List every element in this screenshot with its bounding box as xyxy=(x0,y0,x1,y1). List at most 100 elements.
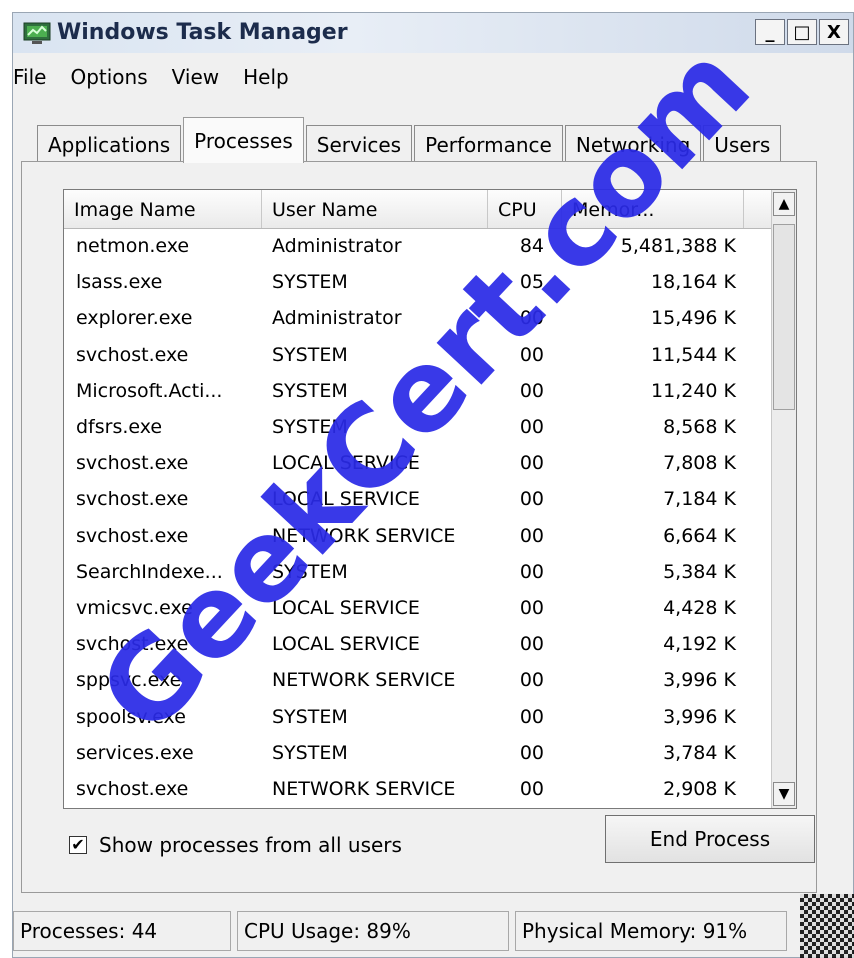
show-all-checkbox[interactable]: ✔ xyxy=(69,836,87,854)
cell-memory: 11,240 K xyxy=(651,379,736,402)
table-row[interactable]: sppsvc.exe NETWORK SERVICE 00 3,996 K xyxy=(64,662,774,698)
cell-cpu: 00 xyxy=(519,669,544,692)
scroll-down-icon[interactable]: ▼ xyxy=(773,782,795,806)
cell-image-name: svchost.exe xyxy=(76,452,189,475)
table-row[interactable]: svchost.exe LOCAL SERVICE 00 7,808 K xyxy=(64,445,774,481)
task-manager-icon xyxy=(23,22,51,44)
cell-image-name: SearchIndexe... xyxy=(76,560,223,583)
tab-services[interactable]: Services xyxy=(305,125,413,163)
cell-user-name: Administrator xyxy=(272,307,402,330)
title-bar[interactable]: Windows Task Manager _ □ X xyxy=(13,13,853,53)
cell-user-name: LOCAL SERVICE xyxy=(272,596,420,619)
show-all-processes[interactable]: ✔ Show processes from all users xyxy=(69,833,402,857)
table-row[interactable]: svchost.exe NETWORK SERVICE 00 2,908 K xyxy=(64,771,774,807)
table-row[interactable]: Microsoft.Acti... SYSTEM 00 11,240 K xyxy=(64,373,774,409)
list-body: netmon.exe Administrator 84 5,481,388 K lsas… xyxy=(64,228,774,807)
task-manager-window: Windows Task Manager _ □ X File Options … xyxy=(12,12,854,958)
column-spacer xyxy=(744,190,774,228)
table-row[interactable]: netmon.exe Administrator 84 5,481,388 K xyxy=(64,228,774,264)
cell-memory: 8,568 K xyxy=(663,416,736,439)
cell-user-name: LOCAL SERVICE xyxy=(272,452,420,475)
cell-user-name: LOCAL SERVICE xyxy=(272,488,420,511)
window-title: Windows Task Manager xyxy=(57,20,348,45)
status-cpu-usage: CPU Usage: 89% xyxy=(237,911,509,951)
scroll-thumb[interactable] xyxy=(773,224,795,410)
cell-cpu: 00 xyxy=(519,705,544,728)
table-row[interactable]: svchost.exe SYSTEM 00 11,544 K xyxy=(64,337,774,373)
table-row[interactable]: spoolsv.exe SYSTEM 00 3,996 K xyxy=(64,698,774,734)
cell-memory: 3,784 K xyxy=(663,741,736,764)
end-process-button[interactable]: End Process xyxy=(605,815,815,863)
cell-cpu: 00 xyxy=(519,560,544,583)
list-header: Image Name User Name CPU Memor... xyxy=(64,190,774,229)
minimize-button[interactable]: _ xyxy=(755,19,785,45)
cell-user-name: SYSTEM xyxy=(272,271,348,294)
tab-applications[interactable]: Applications xyxy=(37,125,182,163)
cell-cpu: 00 xyxy=(519,777,544,800)
cell-memory: 6,664 K xyxy=(663,524,736,547)
cell-cpu: 00 xyxy=(519,343,544,366)
cell-image-name: svchost.exe xyxy=(76,488,189,511)
cell-cpu: 00 xyxy=(519,488,544,511)
table-row[interactable]: SearchIndexe... SYSTEM 00 5,384 K xyxy=(64,554,774,590)
table-row[interactable]: vmicsvc.exe LOCAL SERVICE 00 4,428 K xyxy=(64,590,774,626)
table-row[interactable]: lsass.exe SYSTEM 05 18,164 K xyxy=(64,264,774,300)
cell-image-name: sppsvc.exe xyxy=(76,669,182,692)
tab-performance[interactable]: Performance xyxy=(414,125,563,163)
cell-memory: 15,496 K xyxy=(651,307,736,330)
menu-file[interactable]: File xyxy=(13,63,57,95)
menu-options[interactable]: Options xyxy=(57,63,158,95)
cell-memory: 2,908 K xyxy=(663,777,736,800)
status-bar: Processes: 44 CPU Usage: 89% Physical Me… xyxy=(13,911,853,957)
maximize-button[interactable]: □ xyxy=(787,19,817,45)
status-processes: Processes: 44 xyxy=(13,911,231,951)
show-all-label: Show processes from all users xyxy=(99,833,402,857)
column-cpu[interactable]: CPU xyxy=(488,190,562,228)
table-row[interactable]: svchost.exe LOCAL SERVICE 00 7,184 K xyxy=(64,481,774,517)
menu-help[interactable]: Help xyxy=(230,63,300,95)
tab-networking[interactable]: Networking xyxy=(564,125,702,163)
cell-cpu: 00 xyxy=(519,452,544,475)
cell-cpu: 00 xyxy=(519,633,544,656)
table-row[interactable]: svchost.exe LOCAL SERVICE 00 4,192 K xyxy=(64,626,774,662)
table-row[interactable]: svchost.exe NETWORK SERVICE 00 6,664 K xyxy=(64,518,774,554)
status-physical-memory: Physical Memory: 91% xyxy=(515,911,787,951)
cell-cpu: 05 xyxy=(519,271,544,294)
cell-memory: 5,384 K xyxy=(663,560,736,583)
cell-user-name: SYSTEM xyxy=(272,741,348,764)
cell-user-name: NETWORK SERVICE xyxy=(272,524,456,547)
menu-view[interactable]: View xyxy=(159,63,230,95)
tab-processes[interactable]: Processes xyxy=(183,117,304,163)
cell-cpu: 84 xyxy=(519,235,544,258)
cell-user-name: SYSTEM xyxy=(272,343,348,366)
cell-user-name: SYSTEM xyxy=(272,560,348,583)
cell-image-name: vmicsvc.exe xyxy=(76,596,193,619)
cell-memory: 7,184 K xyxy=(663,488,736,511)
table-row[interactable]: explorer.exe Administrator 00 15,496 K xyxy=(64,300,774,336)
cell-user-name: NETWORK SERVICE xyxy=(272,777,456,800)
cell-user-name: SYSTEM xyxy=(272,416,348,439)
cell-image-name: svchost.exe xyxy=(76,524,189,547)
cell-cpu: 00 xyxy=(519,307,544,330)
table-row[interactable]: services.exe SYSTEM 00 3,784 K xyxy=(64,735,774,771)
cell-cpu: 00 xyxy=(519,524,544,547)
table-row[interactable]: dfsrs.exe SYSTEM 00 8,568 K xyxy=(64,409,774,445)
process-list[interactable]: Image Name User Name CPU Memor... netmon… xyxy=(63,189,797,809)
close-button[interactable]: X xyxy=(819,19,849,45)
vertical-scrollbar[interactable]: ▲ ▼ xyxy=(771,190,796,808)
cell-user-name: Administrator xyxy=(272,235,402,258)
tab-users[interactable]: Users xyxy=(703,125,782,163)
cell-image-name: svchost.exe xyxy=(76,633,189,656)
cell-memory: 3,996 K xyxy=(663,705,736,728)
cell-image-name: dfsrs.exe xyxy=(76,416,163,439)
cell-image-name: lsass.exe xyxy=(76,271,163,294)
column-user-name[interactable]: User Name xyxy=(262,190,488,228)
column-image-name[interactable]: Image Name xyxy=(64,190,262,228)
cell-memory: 18,164 K xyxy=(651,271,736,294)
scroll-up-icon[interactable]: ▲ xyxy=(773,192,795,216)
column-memory[interactable]: Memor... xyxy=(562,190,744,228)
cell-user-name: SYSTEM xyxy=(272,705,348,728)
cell-memory: 4,428 K xyxy=(663,596,736,619)
cell-cpu: 00 xyxy=(519,416,544,439)
cell-memory: 5,481,388 K xyxy=(620,235,736,258)
